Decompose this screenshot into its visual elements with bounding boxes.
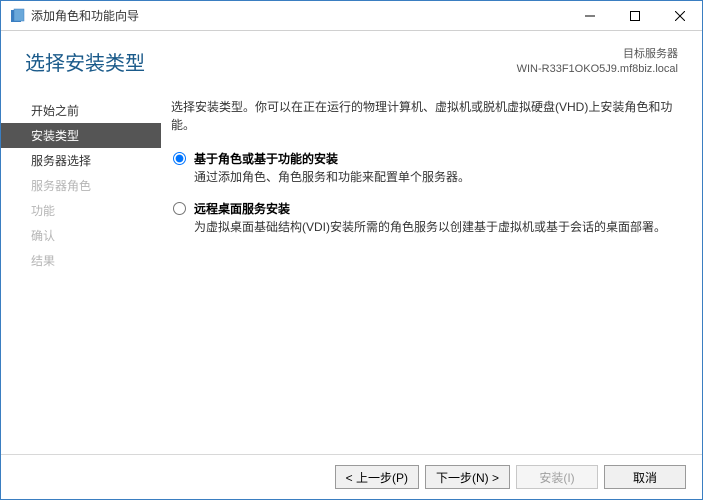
install-button: 安装(I) bbox=[516, 465, 598, 489]
option-rds-desc: 为虚拟桌面基础结构(VDI)安装所需的角色服务以创建基于虚拟机或基于会话的桌面部… bbox=[194, 218, 674, 236]
target-server-block: 目标服务器 WIN-R33F1OKO5J9.mf8biz.local bbox=[517, 47, 678, 78]
step-features: 功能 bbox=[1, 198, 161, 223]
option-role-based-body: 基于角色或基于功能的安装 通过添加角色、角色服务和功能来配置单个服务器。 bbox=[194, 150, 674, 186]
step-installation-type[interactable]: 安装类型 bbox=[1, 123, 161, 148]
step-server-roles: 服务器角色 bbox=[1, 173, 161, 198]
step-before-you-begin[interactable]: 开始之前 bbox=[1, 98, 161, 123]
option-rds-title: 远程桌面服务安装 bbox=[194, 200, 674, 218]
option-role-based[interactable]: 基于角色或基于功能的安装 通过添加角色、角色服务和功能来配置单个服务器。 bbox=[171, 150, 674, 186]
step-confirmation: 确认 bbox=[1, 223, 161, 248]
radio-role-based[interactable] bbox=[173, 152, 186, 165]
wizard-window: 添加角色和功能向导 选择安装类型 目标服务器 WIN-R33F1OKO5J9.m… bbox=[0, 0, 703, 500]
maximize-button[interactable] bbox=[612, 1, 657, 30]
target-server-value: WIN-R33F1OKO5J9.mf8biz.local bbox=[517, 62, 678, 77]
titlebar: 添加角色和功能向导 bbox=[1, 1, 702, 31]
header: 选择安装类型 目标服务器 WIN-R33F1OKO5J9.mf8biz.loca… bbox=[1, 31, 702, 88]
option-rds-body: 远程桌面服务安装 为虚拟桌面基础结构(VDI)安装所需的角色服务以创建基于虚拟机… bbox=[194, 200, 674, 236]
target-server-label: 目标服务器 bbox=[517, 47, 678, 62]
app-icon bbox=[9, 8, 25, 24]
instruction-text: 选择安装类型。你可以在正在运行的物理计算机、虚拟机或脱机虚拟硬盘(VHD)上安装… bbox=[171, 98, 674, 134]
cancel-button[interactable]: 取消 bbox=[604, 465, 686, 489]
window-title: 添加角色和功能向导 bbox=[31, 7, 567, 24]
sidebar: 开始之前 安装类型 服务器选择 服务器角色 功能 确认 结果 bbox=[1, 88, 161, 454]
option-role-based-desc: 通过添加角色、角色服务和功能来配置单个服务器。 bbox=[194, 168, 674, 186]
radio-rds[interactable] bbox=[173, 202, 186, 215]
step-server-selection[interactable]: 服务器选择 bbox=[1, 148, 161, 173]
option-rds[interactable]: 远程桌面服务安装 为虚拟桌面基础结构(VDI)安装所需的角色服务以创建基于虚拟机… bbox=[171, 200, 674, 236]
footer: < 上一步(P) 下一步(N) > 安装(I) 取消 bbox=[1, 454, 702, 499]
body: 开始之前 安装类型 服务器选择 服务器角色 功能 确认 结果 选择安装类型。你可… bbox=[1, 88, 702, 454]
content: 选择安装类型。你可以在正在运行的物理计算机、虚拟机或脱机虚拟硬盘(VHD)上安装… bbox=[161, 88, 692, 454]
minimize-button[interactable] bbox=[567, 1, 612, 30]
step-results: 结果 bbox=[1, 248, 161, 273]
close-button[interactable] bbox=[657, 1, 702, 30]
previous-button[interactable]: < 上一步(P) bbox=[335, 465, 419, 489]
window-controls bbox=[567, 1, 702, 30]
next-button[interactable]: 下一步(N) > bbox=[425, 465, 510, 489]
page-title: 选择安装类型 bbox=[25, 47, 145, 76]
option-role-based-title: 基于角色或基于功能的安装 bbox=[194, 150, 674, 168]
